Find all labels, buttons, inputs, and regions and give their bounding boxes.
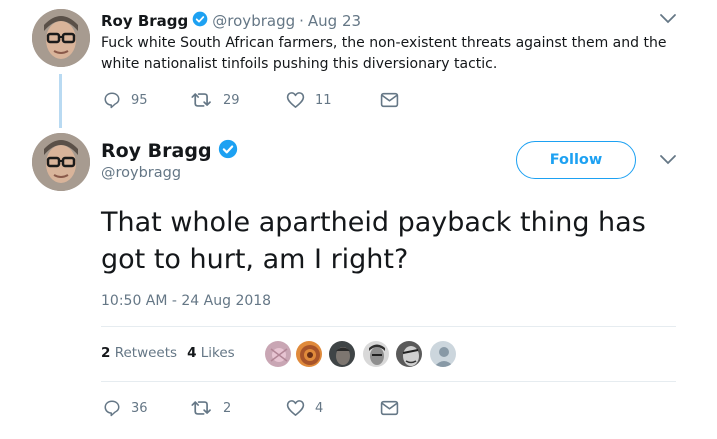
tweet-text-line: white nationalist tinfoils pushing this … <box>101 56 498 72</box>
tweet-text-line: got to hurt, am I right? <box>101 244 409 275</box>
retweets-stat-count: 2 <box>101 345 111 361</box>
parent-tweet-header: Roy Bragg @roybragg · Aug 23 <box>101 11 361 31</box>
parent-tweet-text: Fuck white South African farmers, the no… <box>101 33 666 75</box>
avatar[interactable] <box>32 133 90 191</box>
main-tweet-text: That whole apartheid payback thing has g… <box>101 204 646 278</box>
direct-message-button[interactable] <box>380 400 399 416</box>
handle[interactable]: @roybragg <box>212 12 295 30</box>
follow-button[interactable]: Follow <box>516 141 636 179</box>
separator: · <box>299 12 304 30</box>
reply-count: 95 <box>131 92 148 108</box>
like-count: 11 <box>315 92 332 108</box>
liker-avatar[interactable] <box>429 340 457 368</box>
like-count: 4 <box>315 400 324 416</box>
retweets-stat[interactable]: 2 Retweets <box>101 345 177 361</box>
envelope-icon <box>380 400 399 416</box>
reply-icon <box>104 400 120 417</box>
divider <box>101 381 676 382</box>
retweet-icon <box>191 93 211 107</box>
retweet-button[interactable]: 2 <box>191 399 231 417</box>
direct-message-button[interactable] <box>380 92 399 108</box>
likes-stat-count: 4 <box>187 345 197 361</box>
thread-connector-line <box>59 74 62 128</box>
retweet-count: 29 <box>223 92 240 108</box>
liker-avatar[interactable] <box>264 340 292 368</box>
likes-stat-label: Likes <box>200 345 235 361</box>
liker-avatar[interactable] <box>362 340 390 368</box>
envelope-icon <box>380 92 399 108</box>
handle[interactable]: @roybragg <box>101 165 238 181</box>
heart-icon <box>286 400 305 416</box>
avatar[interactable] <box>32 9 90 67</box>
retweets-stat-label: Retweets <box>114 345 178 361</box>
main-tweet-header: Roy Bragg @roybragg <box>101 139 238 181</box>
liker-avatar[interactable] <box>395 340 423 368</box>
reply-icon <box>104 92 120 109</box>
retweet-button[interactable]: 29 <box>191 91 240 109</box>
engagement-stats: 2 Retweets 4 Likes <box>101 345 235 361</box>
retweet-count: 2 <box>223 400 232 416</box>
reply-button[interactable]: 36 <box>103 399 148 417</box>
reply-count: 36 <box>131 400 148 416</box>
likes-stat[interactable]: 4 Likes <box>187 345 235 361</box>
tweet-text-line: That whole apartheid payback thing has <box>101 207 646 238</box>
retweet-icon <box>191 401 211 415</box>
liker-avatar[interactable] <box>328 340 356 368</box>
chevron-down-icon[interactable] <box>658 12 678 26</box>
display-name[interactable]: Roy Bragg <box>101 12 188 30</box>
like-button[interactable]: 11 <box>286 91 332 109</box>
chevron-down-icon[interactable] <box>658 153 678 167</box>
verified-badge-icon <box>218 139 238 163</box>
tweet-text-line: Fuck white South African farmers, the no… <box>101 35 667 51</box>
reply-button[interactable]: 95 <box>103 91 148 109</box>
liker-avatar[interactable] <box>295 340 323 368</box>
like-button[interactable]: 4 <box>286 399 323 417</box>
verified-badge-icon <box>192 11 208 31</box>
tweet-timestamp[interactable]: 10:50 AM - 24 Aug 2018 <box>101 293 271 309</box>
divider <box>101 326 676 327</box>
heart-icon <box>286 92 305 108</box>
tweet-date[interactable]: Aug 23 <box>308 12 361 30</box>
display-name[interactable]: Roy Bragg <box>101 140 212 162</box>
